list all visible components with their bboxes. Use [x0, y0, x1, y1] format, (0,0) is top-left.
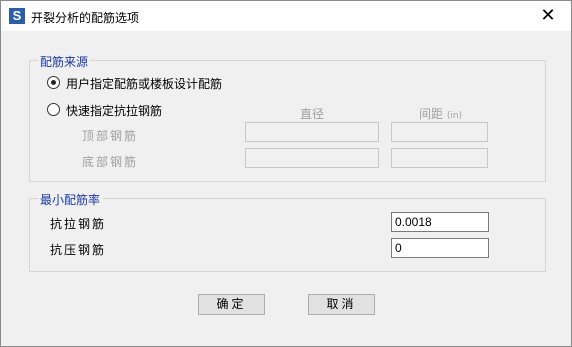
radio-button-user-specified[interactable] [47, 76, 60, 89]
column-header-spacing-unit: (in) [446, 111, 463, 121]
row-label-bottom-rebar: 底部钢筋 [82, 155, 139, 169]
compression-ratio-field[interactable] [391, 238, 489, 258]
radio-label-quick-tension[interactable]: 快速指定抗拉钢筋 [66, 102, 162, 119]
column-header-spacing: 间距 (in) [419, 105, 462, 122]
bottom-rebar-diameter-field[interactable] [245, 148, 379, 168]
ok-button[interactable]: 确定 [198, 294, 265, 315]
tension-ratio-field[interactable] [391, 212, 489, 232]
close-icon[interactable]: ✕ [525, 1, 571, 31]
radio-button-quick-tension[interactable] [47, 103, 60, 116]
bottom-rebar-spacing-field[interactable] [391, 148, 488, 168]
dialog-window: S 开裂分析的配筋选项 ✕ 配筋来源 用户指定配筋或楼板设计配筋 快速指定抗拉钢… [0, 0, 572, 347]
min-ratio-group: 最小配筋率 [29, 191, 546, 272]
column-header-spacing-text: 间距 [419, 107, 444, 121]
tension-rebar-label: 抗拉钢筋 [50, 217, 107, 231]
row-label-top-rebar: 顶部钢筋 [82, 129, 139, 143]
cancel-button[interactable]: 取消 [308, 294, 375, 315]
top-rebar-spacing-field[interactable] [391, 122, 488, 142]
rebar-source-legend: 配筋来源 [38, 53, 91, 70]
column-header-diameter: 直径 [300, 107, 325, 121]
title-bar[interactable]: S 开裂分析的配筋选项 ✕ [1, 1, 571, 31]
window-title: 开裂分析的配筋选项 [31, 11, 140, 25]
app-icon: S [9, 8, 25, 24]
top-rebar-diameter-field[interactable] [245, 122, 379, 142]
min-ratio-legend: 最小配筋率 [38, 191, 103, 208]
radio-label-user-specified[interactable]: 用户指定配筋或楼板设计配筋 [66, 75, 222, 92]
compression-rebar-label: 抗压钢筋 [50, 243, 107, 257]
